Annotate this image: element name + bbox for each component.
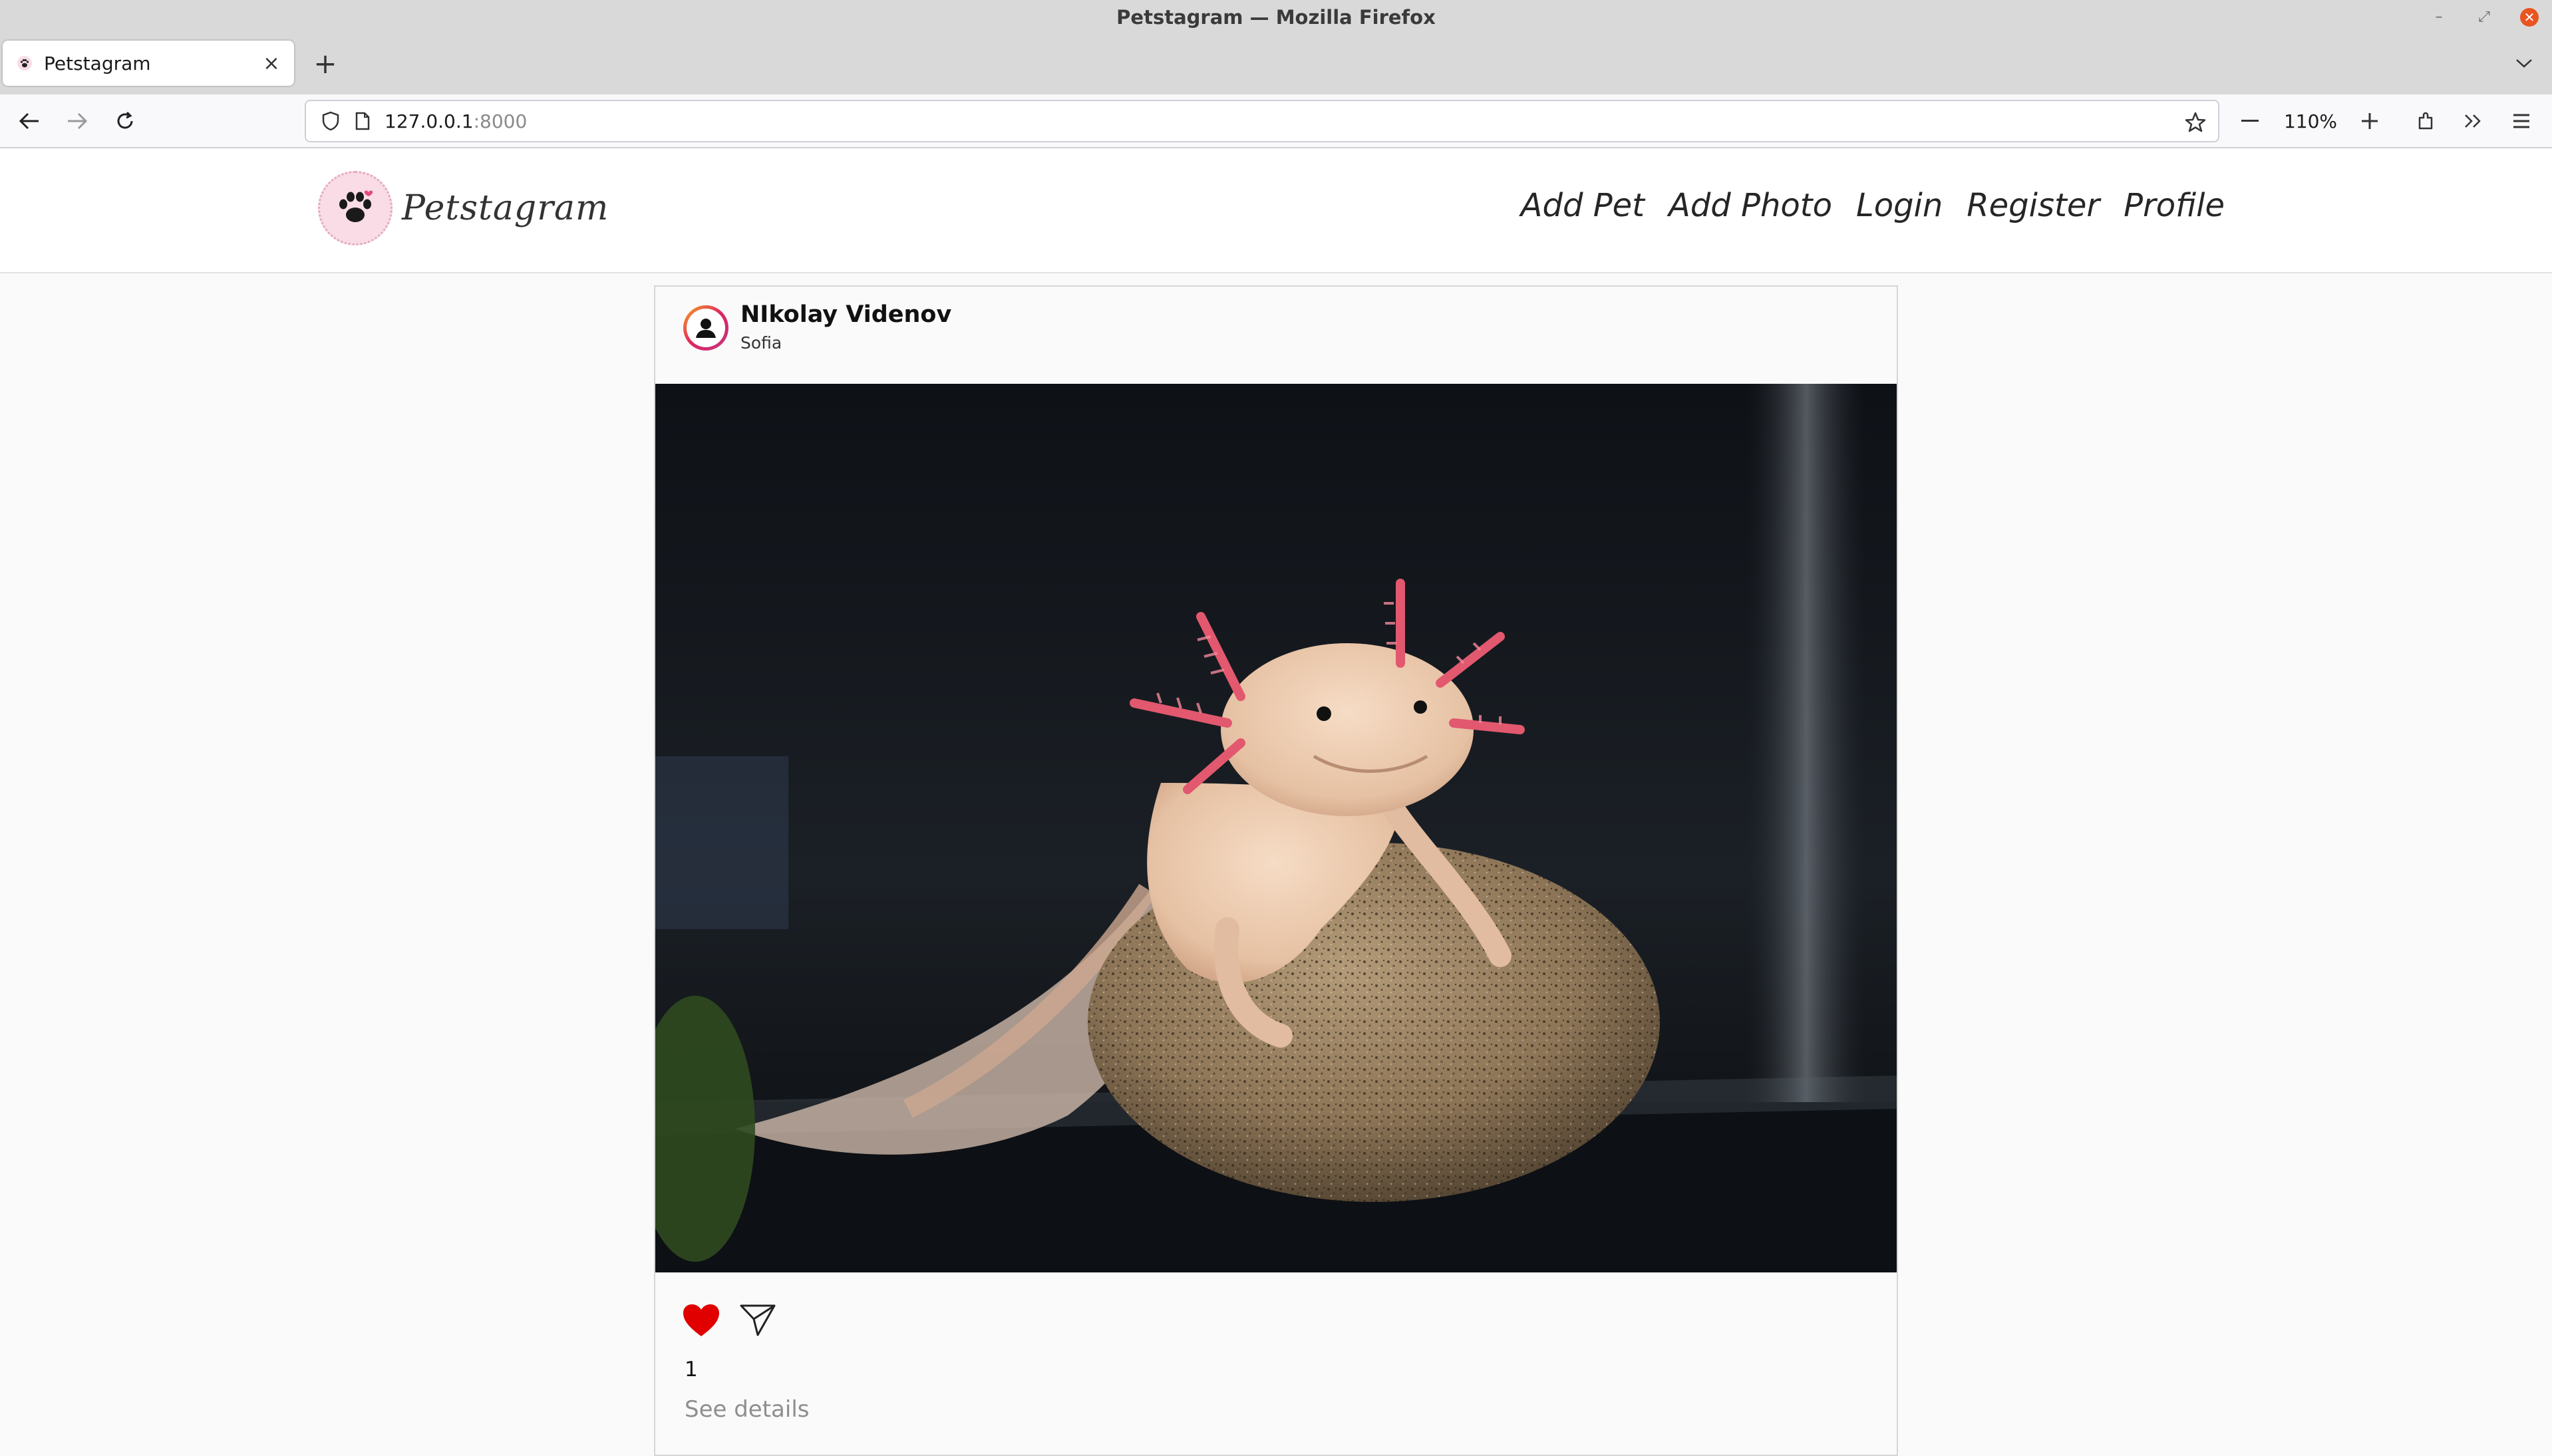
new-tab-button[interactable]: + (309, 47, 341, 80)
paw-logo-icon (339, 190, 373, 222)
maximize-button[interactable]: ⤢ (2475, 8, 2493, 27)
url-port: :8000 (473, 110, 528, 132)
overflow-menu-icon[interactable] (2458, 105, 2489, 137)
forward-button[interactable] (61, 105, 93, 137)
nav-add-pet[interactable]: Add Pet (1521, 187, 1645, 224)
paw-favicon-icon (16, 55, 33, 72)
nav-login[interactable]: Login (1856, 187, 1943, 224)
reload-button[interactable] (109, 105, 141, 137)
url-text[interactable]: 127.0.0.1:8000 (385, 110, 527, 132)
close-tab-icon[interactable]: × (261, 52, 282, 75)
hamburger-menu-icon[interactable] (2505, 105, 2537, 137)
site-logo[interactable] (318, 171, 393, 245)
window-controls: – ⤢ ✕ (2430, 0, 2539, 34)
back-button[interactable] (13, 105, 45, 137)
axolotl-photo (655, 384, 1897, 1272)
post-location: Sofia (740, 333, 782, 353)
zoom-level[interactable]: 110% (2274, 104, 2347, 138)
site-nav: Add Pet Add Photo Login Register Profile (1521, 187, 2225, 224)
site-brand[interactable]: Petstagram (402, 188, 609, 228)
zoom-in-button[interactable] (2354, 105, 2386, 137)
likes-count: 1 (685, 1358, 698, 1382)
browser-toolbar: 127.0.0.1:8000 110% (0, 94, 2552, 148)
share-send-icon[interactable] (739, 1303, 776, 1340)
post-photo[interactable] (655, 384, 1897, 1272)
see-details-link[interactable]: See details (685, 1396, 810, 1423)
tab-strip: Petstagram × + (0, 34, 2552, 94)
nav-profile[interactable]: Profile (2124, 187, 2225, 224)
window-titlebar: Petstagram — Mozilla Firefox – ⤢ ✕ (0, 0, 2552, 34)
shield-icon[interactable] (319, 110, 342, 132)
post-header: NIkolay Videnov Sofia (655, 287, 1897, 384)
url-host: 127.0.0.1 (385, 110, 474, 132)
window-title: Petstagram — Mozilla Firefox (1116, 5, 1436, 29)
bookmark-star-icon[interactable] (2182, 109, 2209, 136)
page-icon[interactable] (353, 110, 373, 132)
zoom-out-button[interactable] (2234, 105, 2266, 137)
extensions-icon[interactable] (2410, 105, 2442, 137)
tab-petstagram[interactable]: Petstagram × (3, 41, 294, 86)
post-author[interactable]: NIkolay Videnov (740, 301, 951, 328)
close-window-button[interactable]: ✕ (2520, 7, 2539, 27)
url-bar[interactable]: 127.0.0.1:8000 (305, 100, 2219, 142)
page-content: Petstagram Add Pet Add Photo Login Regis… (0, 148, 2552, 1456)
nav-add-photo[interactable]: Add Photo (1669, 187, 1832, 224)
post-actions (682, 1303, 776, 1340)
tab-label: Petstagram (44, 52, 151, 74)
list-all-tabs-button[interactable] (2509, 49, 2539, 78)
nav-register[interactable]: Register (1967, 187, 2100, 224)
avatar[interactable] (683, 305, 728, 351)
user-icon (696, 319, 716, 338)
minimize-button[interactable]: – (2430, 8, 2448, 27)
site-header: Petstagram Add Pet Add Photo Login Regis… (0, 148, 2552, 273)
post-card: NIkolay Videnov Sofia 1 See details (654, 285, 1898, 1456)
like-heart-icon[interactable] (682, 1303, 720, 1340)
